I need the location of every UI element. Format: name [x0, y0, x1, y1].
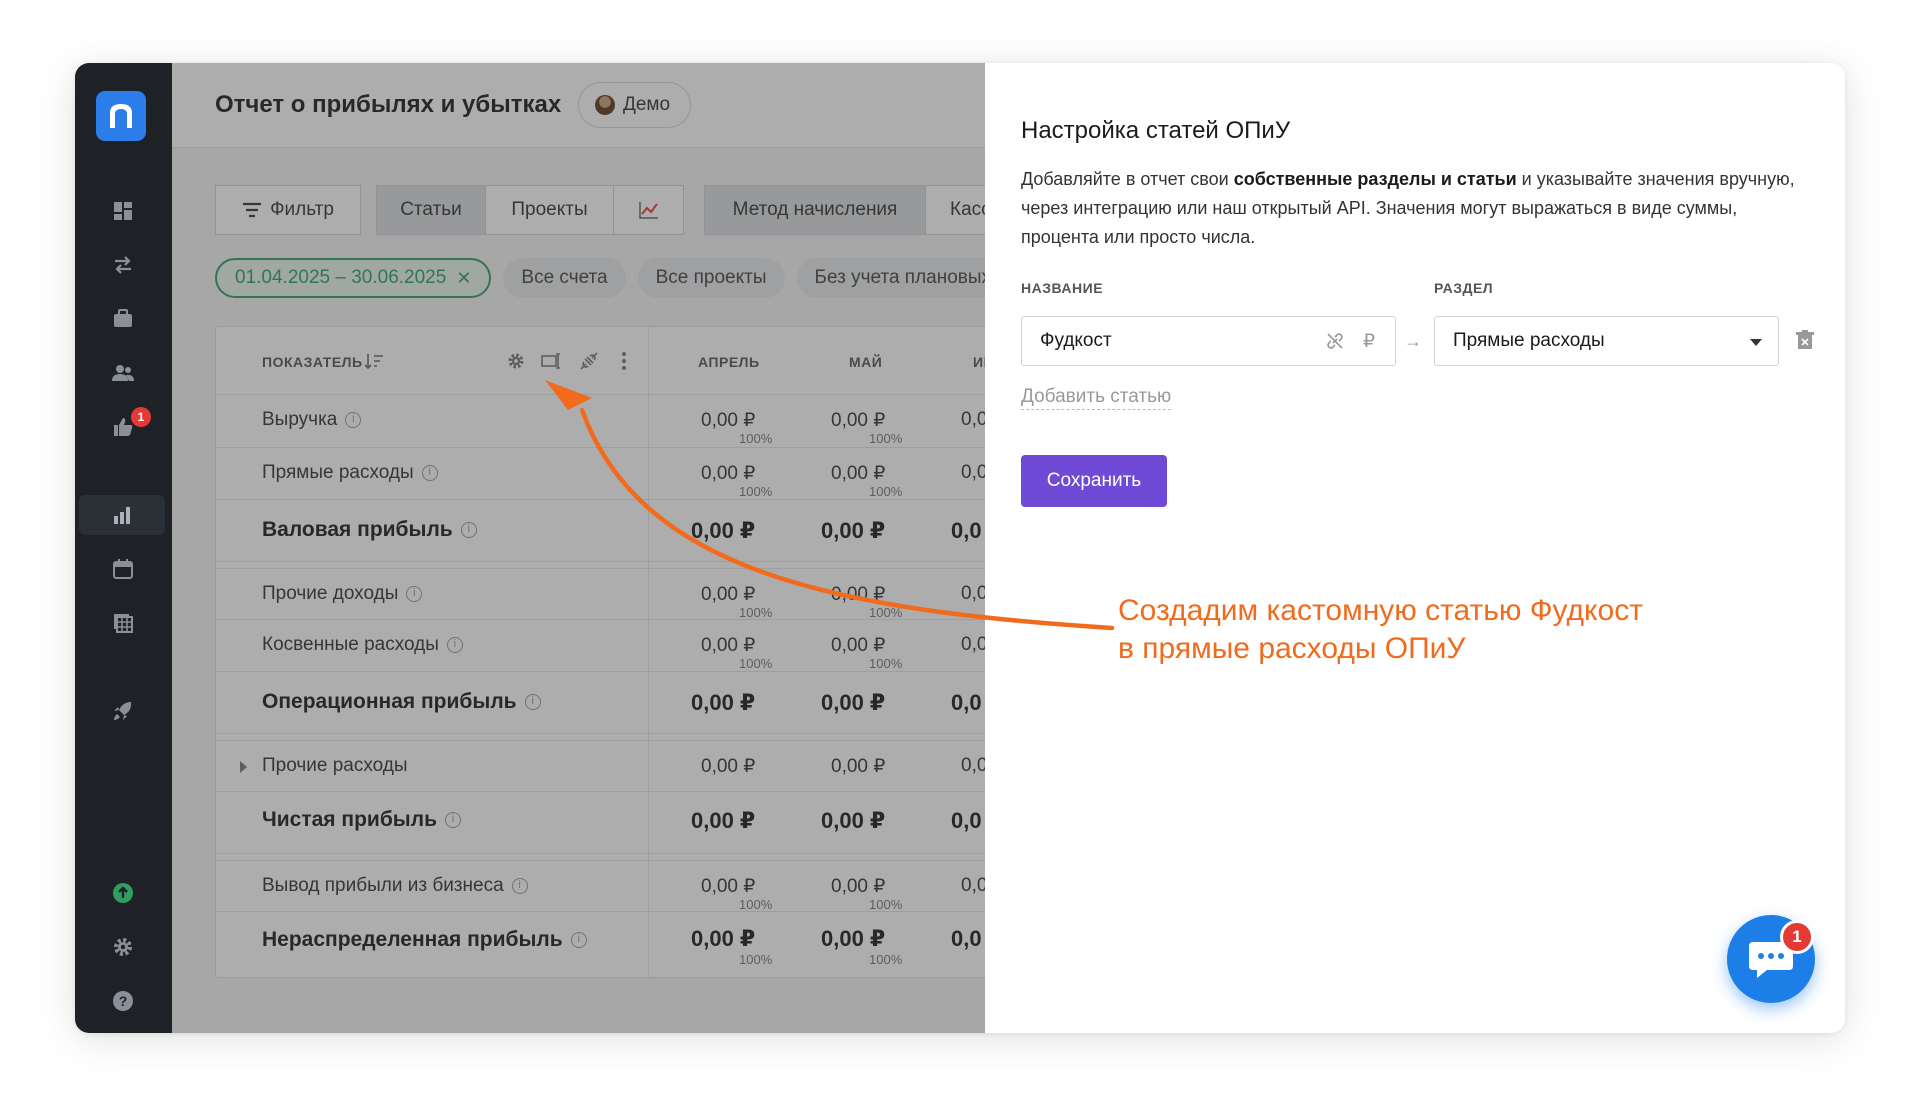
briefcase-icon — [114, 309, 132, 327]
modal-backdrop[interactable] — [172, 63, 985, 1033]
arrow-right-icon: → — [1404, 331, 1422, 351]
sidebar-item-deals[interactable]: 1 — [98, 407, 151, 447]
logo-icon — [110, 104, 132, 128]
app-window: 1 ? Отчет о прибылях и убытках Демо Филь… — [75, 63, 1845, 1033]
notification-badge: 1 — [131, 407, 151, 427]
app-logo[interactable] — [96, 91, 146, 141]
sidebar-item-transactions[interactable] — [98, 245, 148, 285]
sidebar-item-calendar[interactable] — [98, 549, 148, 589]
section-select-value: Прямые расходы — [1453, 330, 1605, 351]
annotation-text: Создадим кастомную статью Фудкост в прям… — [1118, 594, 1643, 665]
chat-notification-badge: 1 — [1780, 920, 1814, 954]
svg-text:?: ? — [119, 993, 128, 1009]
people-icon — [112, 365, 134, 381]
calendar-icon — [113, 559, 133, 579]
sidebar-item-table[interactable] — [98, 603, 148, 643]
panel-title: Настройка статей ОПиУ — [1021, 117, 1291, 144]
article-settings-panel: Настройка статей ОПиУ Добавляйте в отчет… — [985, 63, 1845, 1033]
bar-chart-icon — [114, 507, 130, 524]
section-field-label: РАЗДЕЛ — [1434, 280, 1494, 296]
sidebar-item-reports[interactable] — [79, 495, 165, 535]
sidebar: 1 ? — [75, 63, 172, 1033]
sidebar-item-dashboard[interactable] — [98, 191, 148, 231]
section-select[interactable]: Прямые расходы — [1434, 316, 1779, 366]
panel-description: Добавляйте в отчет свои собственные разд… — [1021, 169, 1795, 247]
sidebar-item-upgrade[interactable] — [98, 873, 148, 913]
currency-toggle-icon[interactable]: ₽ — [1357, 329, 1381, 353]
sidebar-item-settings[interactable] — [98, 927, 148, 967]
dashboard-icon — [114, 202, 132, 220]
add-article-link[interactable]: Добавить статью — [1021, 386, 1172, 410]
trash-icon[interactable] — [1795, 329, 1819, 353]
chevron-down-icon — [1750, 339, 1762, 346]
sidebar-item-contacts[interactable] — [98, 353, 148, 393]
sidebar-item-business[interactable] — [98, 299, 148, 339]
transfer-arrows-icon — [115, 256, 131, 274]
sidebar-item-onboarding[interactable] — [98, 691, 148, 731]
save-button[interactable]: Сохранить — [1021, 455, 1167, 507]
table-icon — [114, 614, 133, 633]
help-icon: ? — [113, 991, 133, 1011]
name-field-label: НАЗВАНИЕ — [1021, 280, 1104, 296]
unlink-icon[interactable] — [1323, 329, 1347, 353]
sidebar-item-help[interactable]: ? — [98, 981, 148, 1021]
gear-icon — [114, 938, 132, 956]
rocket-icon — [114, 702, 132, 720]
upgrade-arrow-icon — [113, 883, 133, 903]
